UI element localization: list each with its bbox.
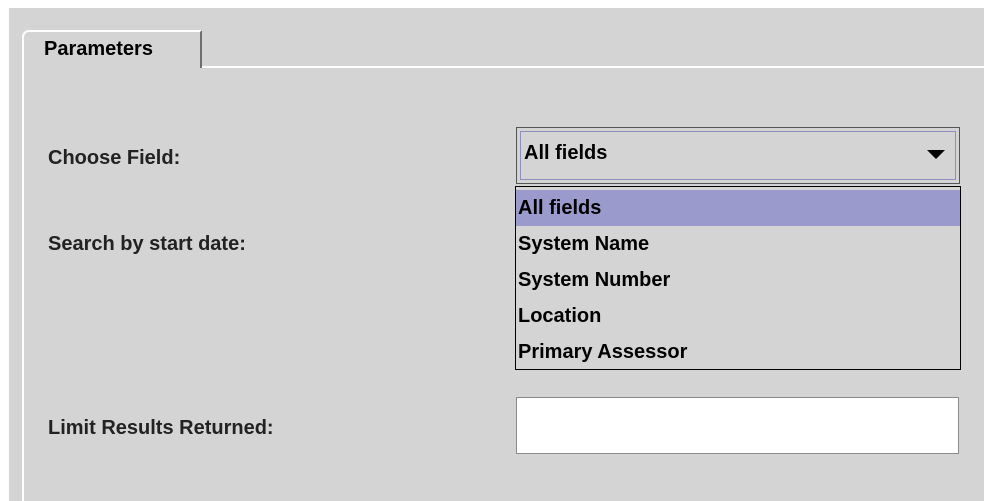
tab-parameters-label: Parameters xyxy=(44,38,153,60)
tab-parameters[interactable]: Parameters xyxy=(22,30,202,68)
parameters-window: Parameters Choose Field: Search by start… xyxy=(0,0,984,501)
dropdown-option-system-name[interactable]: System Name xyxy=(516,226,960,262)
dropdown-option-all-fields[interactable]: All fields xyxy=(516,190,960,226)
dropdown-option-primary-assessor[interactable]: Primary Assessor xyxy=(516,334,960,370)
chevron-down-icon[interactable] xyxy=(927,150,945,159)
limit-results-input[interactable] xyxy=(516,397,959,454)
dropdown-option-system-number[interactable]: System Number xyxy=(516,262,960,298)
limit-results-label: Limit Results Returned: xyxy=(48,417,274,439)
dropdown-option-location[interactable]: Location xyxy=(516,298,960,334)
choose-field-label: Choose Field: xyxy=(48,147,181,169)
choose-field-combobox[interactable]: All fields xyxy=(516,127,960,184)
choose-field-selected-value: All fields xyxy=(524,142,608,164)
search-by-start-date-label: Search by start date: xyxy=(48,233,246,255)
choose-field-dropdown-list: All fields System Name System Number Loc… xyxy=(515,186,961,370)
